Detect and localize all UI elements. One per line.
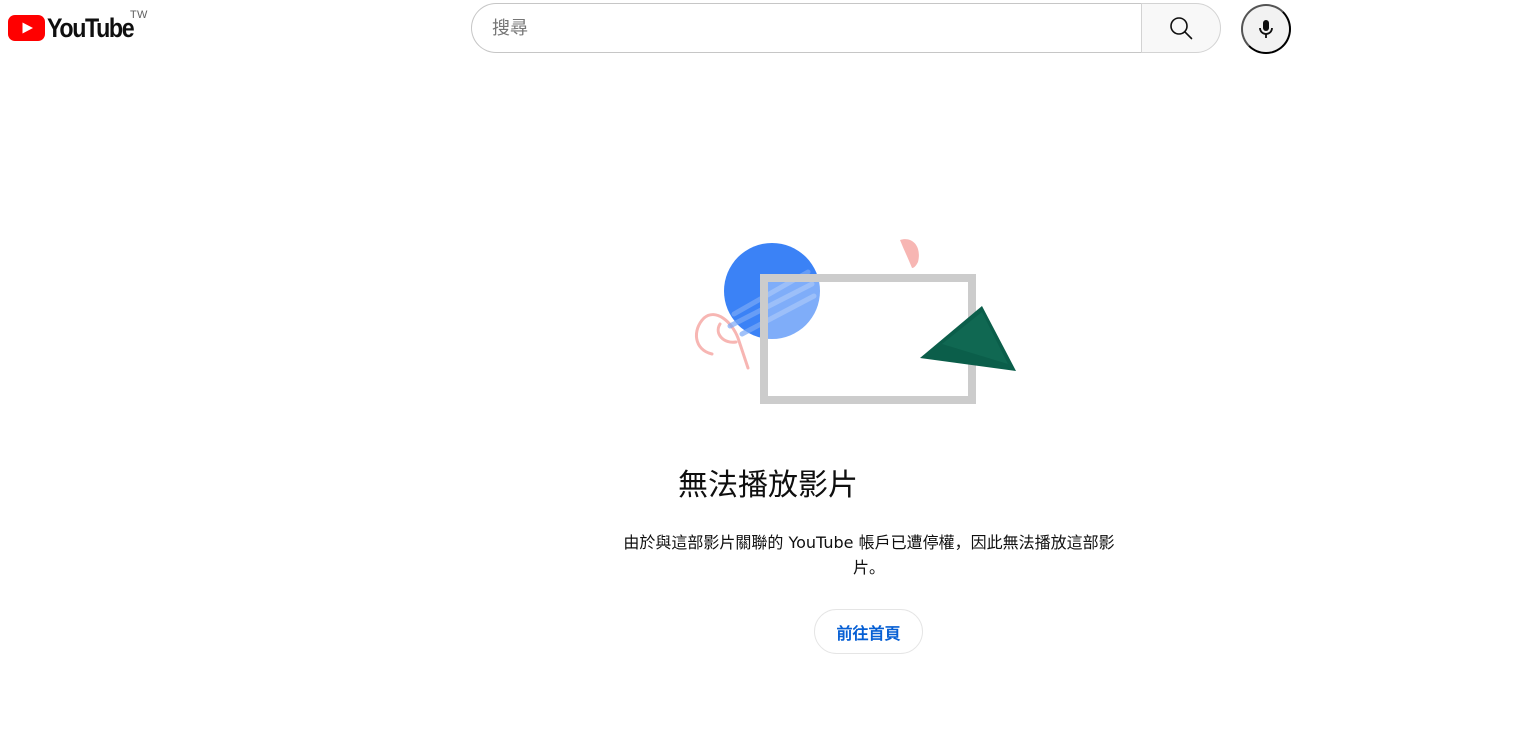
search-field[interactable] (471, 3, 1141, 53)
error-title-text: 無法播放影片 (678, 468, 858, 503)
youtube-page: YouTube TW 搜尋 無法播放影片 由於與這部影片關聯的 YouTube … (0, 0, 1540, 740)
search-icon (1170, 17, 1193, 40)
search-box (471, 3, 1221, 53)
youtube-logo[interactable]: YouTube (8, 12, 147, 44)
pink-half-moon-shape (900, 239, 919, 268)
video-frame-shape (760, 274, 976, 404)
go-home-button[interactable]: 前往首頁 (814, 609, 923, 654)
search-input[interactable] (492, 17, 1121, 39)
error-message: 由於與這部影片關聯的 YouTube 帳戶已遭停權，因此無法播放這部影片。 (623, 533, 1115, 577)
microphone-icon (1259, 20, 1273, 38)
unavailable-video-illustration (695, 239, 1016, 404)
search-button[interactable] (1141, 3, 1221, 53)
voice-search-button[interactable] (1241, 4, 1291, 54)
logo-wordmark: YouTube (47, 13, 135, 43)
error-title: 無法播放影片 (0, 466, 1540, 506)
region-code: TW (130, 9, 148, 21)
youtube-logo-icon (8, 15, 45, 41)
